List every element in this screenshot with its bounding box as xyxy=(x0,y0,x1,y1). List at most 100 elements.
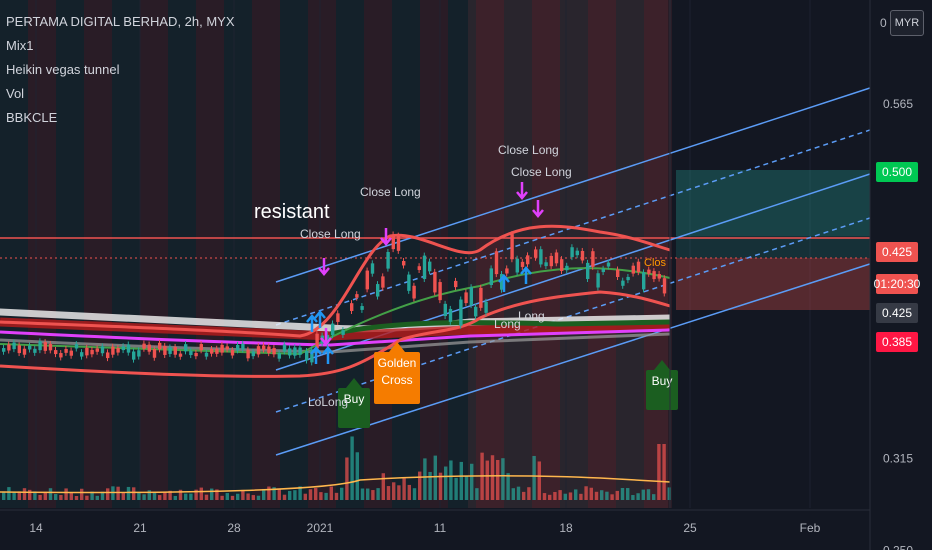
buy-label-2-text: Buy xyxy=(652,374,673,388)
volume-bar xyxy=(48,488,53,500)
close-long-label: Close Long xyxy=(511,165,572,179)
x-tick-label: 14 xyxy=(29,521,43,535)
volume-bar xyxy=(464,476,469,500)
candle xyxy=(515,258,519,273)
candle xyxy=(631,265,635,274)
volume-bar xyxy=(59,494,63,500)
volume-bar xyxy=(371,490,375,500)
volume-bar xyxy=(199,487,203,500)
close-long-label: Close Long xyxy=(498,143,559,157)
candle xyxy=(282,344,287,352)
candle xyxy=(38,341,42,351)
price-tag: 01:20:30 xyxy=(874,277,921,291)
candle xyxy=(510,234,514,260)
candle xyxy=(12,342,16,350)
volume-bar xyxy=(366,488,370,500)
volume-bar xyxy=(579,493,583,500)
candle xyxy=(54,350,58,355)
candle xyxy=(116,347,120,353)
volume-bar xyxy=(329,486,333,500)
currency-button[interactable]: MYR xyxy=(890,10,924,36)
candle xyxy=(17,345,21,354)
volume-bar xyxy=(470,463,474,500)
volume-bar xyxy=(282,494,287,500)
long-label: Long xyxy=(494,317,521,331)
volume-bar xyxy=(314,488,318,500)
indicator-bbkcle[interactable]: BBKCLE xyxy=(6,106,235,130)
x-tick-label: 25 xyxy=(683,521,697,535)
candle xyxy=(106,352,110,359)
close-long-label: Close Long xyxy=(360,185,421,199)
volume-bar xyxy=(251,495,255,500)
volume-bar xyxy=(350,436,354,500)
volume-bar xyxy=(22,488,27,500)
volume-bar xyxy=(225,493,229,500)
candle xyxy=(230,350,235,356)
candle xyxy=(355,294,359,298)
candle xyxy=(596,273,600,288)
candle xyxy=(464,292,468,304)
candle xyxy=(616,269,620,278)
candle xyxy=(69,350,73,356)
volume-bar xyxy=(542,493,547,500)
volume-bar xyxy=(631,495,635,500)
candle xyxy=(642,272,646,290)
candle xyxy=(636,261,641,273)
volume-bar xyxy=(121,492,125,500)
candle xyxy=(95,348,99,352)
indicator-heikin-vegas-tunnel[interactable]: Heikin vegas tunnel xyxy=(6,58,235,82)
candle xyxy=(2,348,6,352)
volume-bar xyxy=(626,488,630,500)
candle xyxy=(262,345,266,350)
volume-bar xyxy=(392,482,396,500)
volume-bar xyxy=(12,492,16,500)
candle xyxy=(173,346,177,355)
candle xyxy=(391,234,395,250)
candle xyxy=(396,235,401,251)
indicator-vol[interactable]: Vol xyxy=(6,82,235,106)
volume-bar xyxy=(563,493,567,500)
volume-bar xyxy=(230,495,235,500)
x-tick-label: Feb xyxy=(800,521,821,535)
candle xyxy=(580,250,585,261)
volume-bar xyxy=(532,455,536,500)
volume-bar xyxy=(537,461,541,500)
candle xyxy=(90,349,94,355)
candle xyxy=(28,345,32,350)
candle xyxy=(277,353,281,359)
candle xyxy=(549,255,553,267)
candle xyxy=(474,306,478,317)
candle xyxy=(48,344,53,351)
candle xyxy=(606,262,611,267)
candle xyxy=(43,342,47,351)
candle xyxy=(520,261,525,267)
close-label-clipped: Clos xyxy=(644,257,667,269)
candle xyxy=(428,261,432,272)
candle xyxy=(560,259,564,271)
volume-bar xyxy=(620,487,625,500)
volume-bar xyxy=(548,494,552,500)
volume-bar xyxy=(527,487,531,500)
candle xyxy=(220,344,224,353)
volume-bar xyxy=(584,486,588,500)
x-tick-label: 11 xyxy=(434,521,447,535)
candle xyxy=(386,251,390,269)
candle xyxy=(526,255,530,265)
target-zone xyxy=(676,170,876,236)
volume-bar xyxy=(459,461,463,500)
entry-zone xyxy=(676,236,876,258)
volume-bar xyxy=(85,495,89,500)
volume-bar xyxy=(308,489,313,500)
candle xyxy=(601,268,605,273)
volume-bar xyxy=(360,488,365,500)
volume-bar xyxy=(516,486,521,500)
candle xyxy=(7,344,11,351)
volume-bar xyxy=(277,488,281,500)
candle xyxy=(126,344,131,353)
volume-bar xyxy=(64,488,68,500)
volume-bar xyxy=(485,460,489,500)
indicator-mix1[interactable]: Mix1 xyxy=(6,34,235,58)
candle xyxy=(570,247,574,258)
candle xyxy=(626,276,630,281)
volume-bar xyxy=(662,444,666,500)
